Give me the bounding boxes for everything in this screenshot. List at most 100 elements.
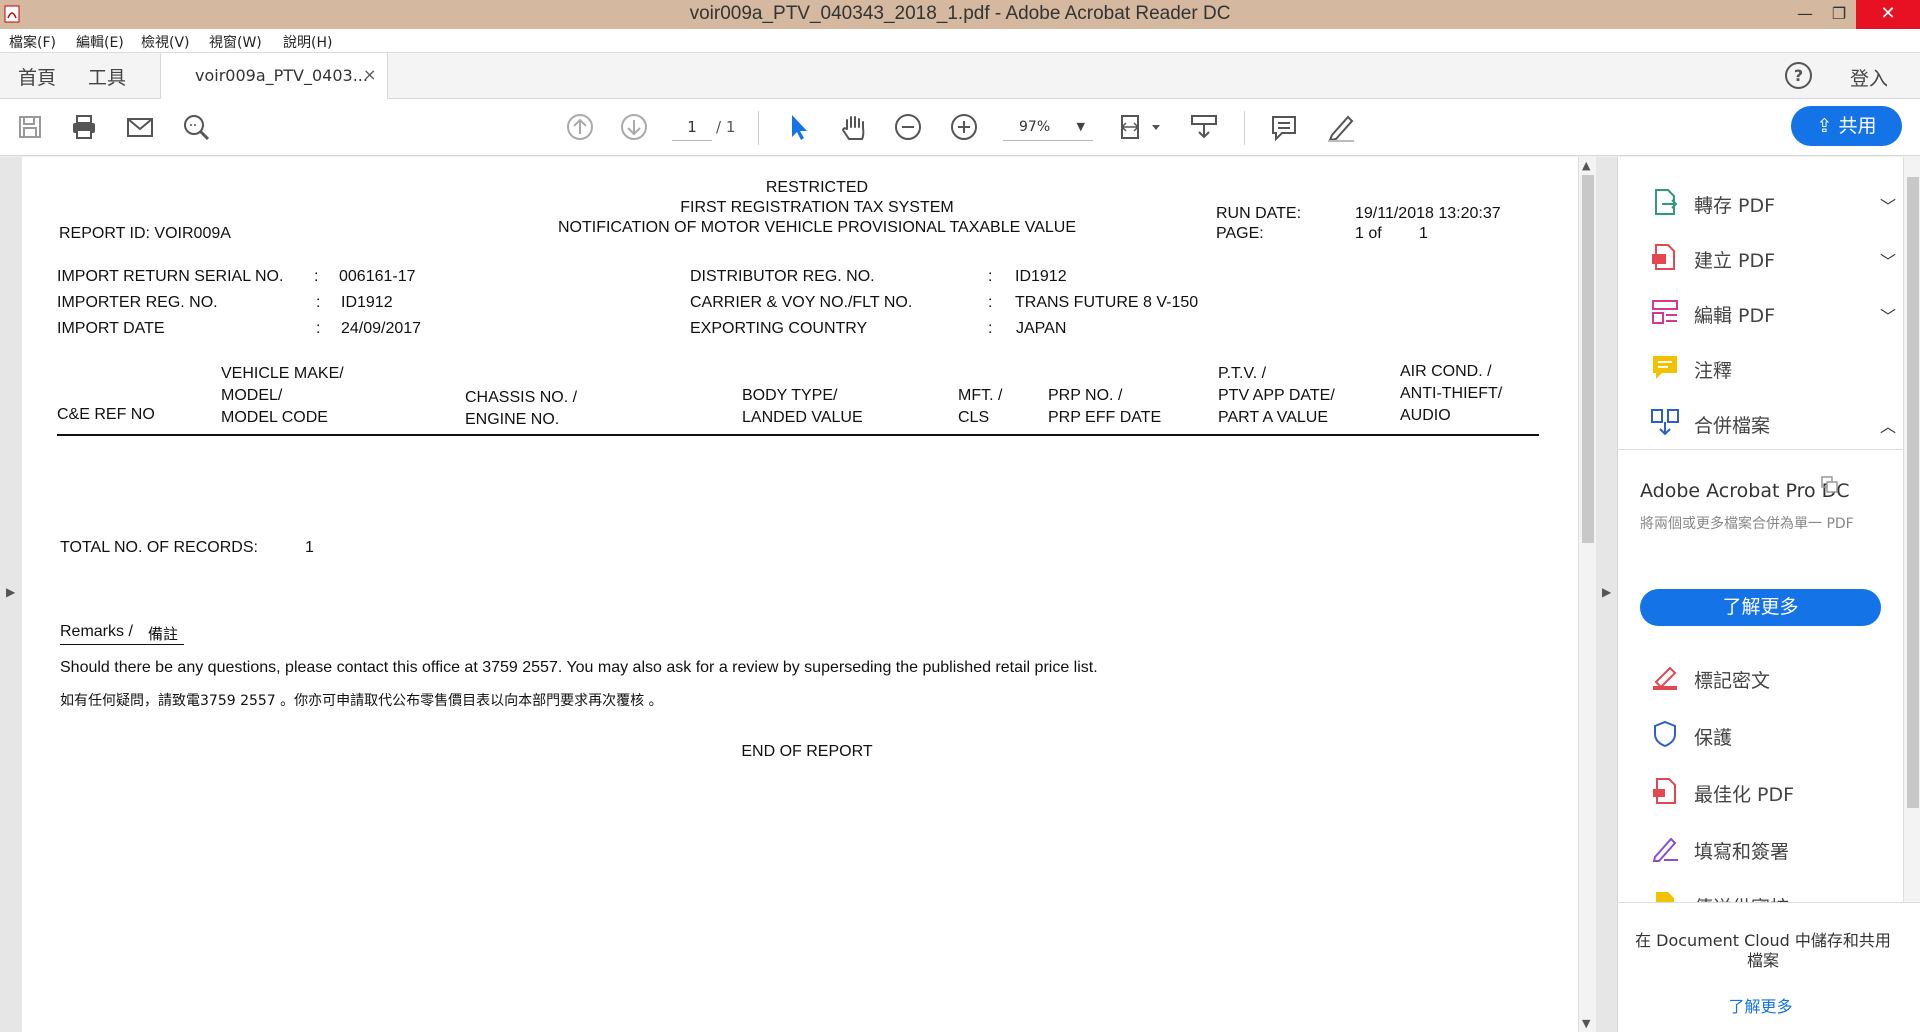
close-tab-icon[interactable]: × xyxy=(363,65,376,84)
tool-redact[interactable]: 標記密文 xyxy=(1650,660,1890,696)
total-records-label: TOTAL NO. OF RECORDS: xyxy=(60,539,258,556)
sign-pen-icon[interactable] xyxy=(1324,111,1356,143)
page-total: / 1 xyxy=(716,118,736,136)
scroll-mode-icon[interactable] xyxy=(1188,111,1220,143)
clipped-tool-row: 傳送供審核 xyxy=(1618,885,1903,902)
tool-send-for-review[interactable]: 傳送供審核 xyxy=(1650,887,1890,902)
tool-create-pdf[interactable]: 建立 PDF ﹀ xyxy=(1650,240,1896,276)
print-icon[interactable] xyxy=(68,111,100,143)
field-label: DISTRIBUTOR REG. NO. xyxy=(690,268,875,285)
panel-scrollbar[interactable] xyxy=(1903,157,1920,902)
tool-label: 合併檔案 xyxy=(1694,415,1771,437)
field-sep: : xyxy=(988,320,993,337)
tool-optimize-pdf[interactable]: 最佳化 PDF xyxy=(1650,774,1890,810)
column-header: MODEL/ xyxy=(221,387,283,404)
page-value-of: 1 of xyxy=(1355,225,1382,242)
page-number-input[interactable]: 1 xyxy=(672,115,712,141)
menu-edit[interactable]: 編輯(E) xyxy=(76,32,124,52)
pro-badge-icon xyxy=(1821,476,1838,493)
tab-tools[interactable]: 工具 xyxy=(88,63,126,90)
export-pdf-icon xyxy=(1655,189,1678,215)
promo-description: 將兩個或更多檔案合併為單一 PDF xyxy=(1640,516,1854,532)
left-panel-toggle[interactable]: ▶ xyxy=(0,157,22,1032)
menu-view[interactable]: 檢視(V) xyxy=(141,32,190,52)
toolbar-divider xyxy=(758,111,759,145)
close-window-button[interactable]: ✕ xyxy=(1856,0,1920,29)
pdf-page: RESTRICTED FIRST REGISTRATION TAX SYSTEM… xyxy=(22,157,1578,1032)
tools-panel: 轉存 PDF ﹀ 建立 PDF ﹀ 編輯 PDF ﹀ 注釋 合併檔案 ︿ Ado… xyxy=(1617,157,1920,1032)
save-icon[interactable] xyxy=(14,111,46,143)
report-system: FIRST REGISTRATION TAX SYSTEM xyxy=(680,199,954,216)
tool-label: 最佳化 PDF xyxy=(1694,784,1795,806)
chevron-down-icon[interactable]: ﹀ xyxy=(1880,248,1896,272)
field-label: IMPORT RETURN SERIAL NO. xyxy=(57,268,284,285)
tool-fill-and-sign[interactable]: 填寫和簽署 xyxy=(1650,831,1890,867)
field-value: JAPAN xyxy=(1016,320,1067,337)
help-icon[interactable]: ? xyxy=(1785,62,1812,89)
chevron-up-icon[interactable]: ︿ xyxy=(1880,413,1896,437)
scroll-up-icon[interactable]: ▲ xyxy=(1582,159,1590,172)
field-label: CARRIER & VOY NO./FLT NO. xyxy=(690,294,913,311)
scrollbar-thumb[interactable] xyxy=(1582,175,1594,543)
share-button[interactable]: ⇪ 共用 xyxy=(1791,106,1902,146)
tool-comment[interactable]: 注釋 xyxy=(1650,350,1890,386)
column-header: P.T.V. / xyxy=(1218,365,1267,382)
run-date-label: RUN DATE: xyxy=(1216,205,1302,222)
toolbar-divider xyxy=(1244,111,1245,145)
share-icon: ⇪ xyxy=(1816,115,1839,137)
menu-window[interactable]: 視窗(W) xyxy=(209,32,262,52)
send-review-icon xyxy=(1656,892,1674,902)
expand-right-icon[interactable]: ▶ xyxy=(1602,585,1611,599)
expand-left-icon[interactable]: ▶ xyxy=(6,585,15,599)
column-header: PRP NO. / xyxy=(1048,387,1123,404)
zoom-out-icon[interactable] xyxy=(892,111,924,143)
column-header: ENGINE NO. xyxy=(465,411,560,428)
tool-combine-files[interactable]: 合併檔案 ︿ xyxy=(1650,405,1896,441)
menu-help[interactable]: 說明(H) xyxy=(283,32,332,52)
minimize-button[interactable]: — xyxy=(1786,0,1824,29)
tool-export-pdf[interactable]: 轉存 PDF ﹀ xyxy=(1650,185,1896,221)
field-label: IMPORTER REG. NO. xyxy=(57,294,218,311)
column-header: MFT. / xyxy=(958,387,1003,404)
tool-protect[interactable]: 保護 xyxy=(1650,717,1890,753)
maximize-button[interactable]: ❐ xyxy=(1820,0,1858,29)
field-value: TRANS FUTURE 8 V-150 xyxy=(1015,294,1199,311)
field-value: ID1912 xyxy=(1015,268,1067,285)
comment-tool-icon xyxy=(1653,356,1677,379)
zoom-level-value: 97% xyxy=(1019,119,1051,135)
field-sep: : xyxy=(988,294,993,311)
menu-file[interactable]: 檔案(F) xyxy=(9,32,56,52)
fit-page-icon[interactable] xyxy=(1118,111,1164,143)
hand-tool-icon[interactable] xyxy=(838,111,870,143)
chevron-down-icon[interactable]: ﹀ xyxy=(1880,303,1896,327)
right-panel-toggle[interactable]: ▶ xyxy=(1596,157,1617,1032)
previous-page-icon[interactable] xyxy=(564,111,596,143)
tool-edit-pdf[interactable]: 編輯 PDF ﹀ xyxy=(1650,295,1896,331)
select-cursor-icon[interactable] xyxy=(782,111,814,143)
panel-scrollbar-thumb[interactable] xyxy=(1907,177,1919,808)
tab-home[interactable]: 首頁 xyxy=(18,63,56,90)
scroll-down-icon[interactable]: ▼ xyxy=(1582,1017,1590,1030)
remarks-label-zh: 備註 xyxy=(148,625,179,643)
login-button[interactable]: 登入 xyxy=(1850,64,1888,91)
share-label: 共用 xyxy=(1838,115,1877,137)
field-label: EXPORTING COUNTRY xyxy=(690,320,868,337)
document-scrollbar[interactable]: ▲ ▼ xyxy=(1578,157,1596,1032)
redact-icon xyxy=(1653,666,1677,690)
column-header: PART A VALUE xyxy=(1218,409,1328,426)
next-page-icon[interactable] xyxy=(618,111,650,143)
tab-document[interactable]: voir009a_PTV_0403... × xyxy=(160,53,388,99)
zoom-in-icon[interactable] xyxy=(948,111,980,143)
email-icon[interactable] xyxy=(124,111,156,143)
search-icon[interactable] xyxy=(180,111,212,143)
column-header: PTV APP DATE/ xyxy=(1218,387,1335,404)
optimize-pdf-icon xyxy=(1653,778,1676,804)
create-pdf-icon xyxy=(1652,244,1675,270)
zoom-level-select[interactable]: 97% ▼ xyxy=(1003,115,1093,141)
chevron-down-icon[interactable]: ﹀ xyxy=(1880,193,1896,217)
combine-files-icon xyxy=(1651,409,1679,436)
cloud-learn-more-link[interactable]: 了解更多 xyxy=(1618,993,1903,1017)
comment-icon[interactable] xyxy=(1268,111,1300,143)
column-header: MODEL CODE xyxy=(221,409,328,426)
learn-more-button[interactable]: 了解更多 xyxy=(1640,589,1881,626)
